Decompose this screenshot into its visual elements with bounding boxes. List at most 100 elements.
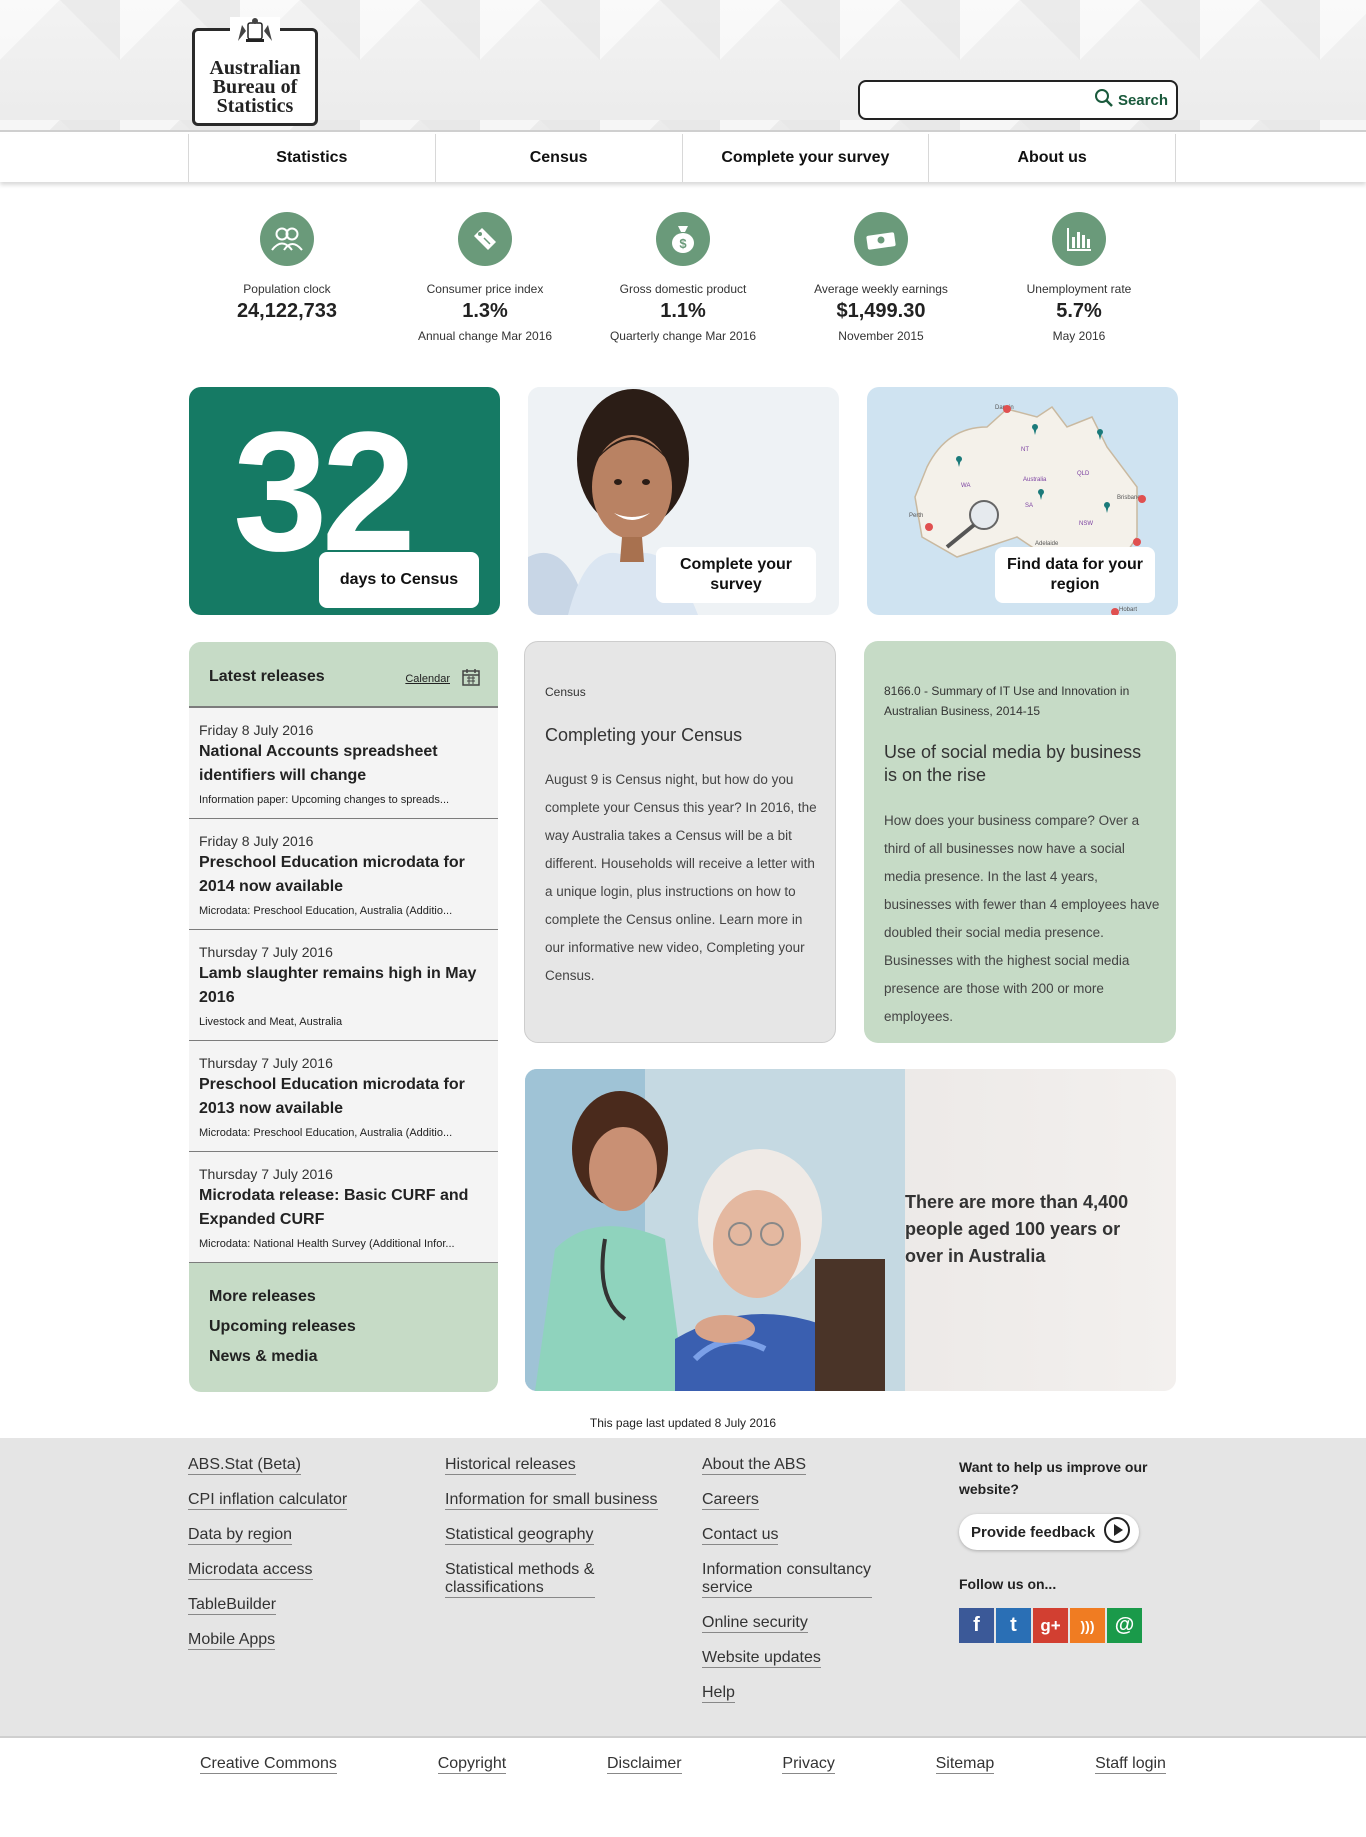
release-date: Thursday 7 July 2016 [199,1166,333,1182]
nav-about-us[interactable]: About us [929,134,1176,182]
story-title[interactable]: Completing your Census [545,724,815,747]
story-body: August 9 is Census night, but how do you… [545,772,817,983]
search-input[interactable] [870,90,1090,110]
footer-link[interactable]: Online security [702,1614,808,1633]
footer-link[interactable]: Help [702,1684,735,1703]
map-label: NSW [1079,521,1093,527]
release-headline[interactable]: Preschool Education microdata for 2014 n… [199,851,488,899]
release-headline[interactable]: National Accounts spreadsheet identifier… [199,740,488,788]
map-label: WA [961,483,970,489]
story-title[interactable]: Use of social media by business is on th… [884,741,1154,787]
centenarians-tile[interactable]: There are more than 4,400 people aged 10… [525,1069,1176,1391]
search-button[interactable]: Search [1094,88,1168,112]
release-subtitle: Microdata: Preschool Education, Australi… [199,1127,453,1139]
map-label: Perth [909,513,923,519]
page: Australian Bureau of Statistics Search S… [0,0,1366,1837]
story-kicker: 8166.0 - Summary of IT Use and Innovatio… [884,684,1130,718]
release-item[interactable]: Thursday 7 July 2016 Preschool Education… [189,1041,498,1152]
main-nav: Statistics Census Complete your survey A… [0,134,1366,182]
site-footer: ABS.Stat (Beta) CPI inflation calculator… [0,1438,1366,1738]
footer-link[interactable]: Statistical geography [445,1526,594,1545]
footer-link[interactable]: Mobile Apps [188,1631,276,1650]
abs-logo[interactable]: Australian Bureau of Statistics [192,17,318,126]
nav-complete-survey[interactable]: Complete your survey [683,134,930,182]
nav-census[interactable]: Census [436,134,683,182]
footer-link[interactable]: Information for small business [445,1491,658,1510]
provide-feedback-label: Provide feedback [971,1523,1096,1541]
footer-link[interactable]: ABS.Stat (Beta) [188,1456,301,1475]
staff-login-link[interactable]: Staff login [1095,1755,1166,1774]
news-media-link[interactable]: News & media [209,1342,356,1372]
map-label: SA [1025,503,1033,509]
release-item[interactable]: Friday 8 July 2016 Preschool Education m… [189,819,498,930]
email-icon[interactable]: @ [1107,1608,1142,1643]
stat-sub: Quarterly change Mar 2016 [609,329,757,343]
find-data-region-tile[interactable]: Darwin NT WA Australia QLD SA NSW Perth … [867,387,1178,615]
sitemap-link[interactable]: Sitemap [935,1755,995,1774]
footer-feedback: Want to help us improve our website? Pro… [959,1456,1189,1643]
map-label: NT [1021,447,1029,453]
stat-label: Unemployment rate [1026,282,1132,296]
footer-link[interactable]: Statistical methods & classifications [445,1561,595,1598]
people-icon [260,212,314,266]
calendar-label: Calendar [405,672,450,685]
search-icon [1094,88,1114,112]
footer-link[interactable]: Historical releases [445,1456,576,1475]
twitter-icon[interactable]: t [996,1608,1031,1643]
release-date: Thursday 7 July 2016 [199,1055,333,1071]
map-label: QLD [1077,471,1090,477]
price-tag-icon [458,212,512,266]
social-media-story-card[interactable]: 8166.0 - Summary of IT Use and Innovatio… [864,641,1176,1043]
copyright-link[interactable]: Copyright [437,1755,507,1774]
release-subtitle: Microdata: Preschool Education, Australi… [199,905,453,917]
calendar-link[interactable]: Calendar [405,668,480,689]
nurse-and-elderly-woman-photo [525,1069,905,1391]
creative-commons-link[interactable]: Creative Commons [200,1755,337,1774]
release-item[interactable]: Friday 8 July 2016 National Accounts spr… [189,708,498,819]
footer-link[interactable]: About the ABS [702,1456,807,1475]
stat-label: Gross domestic product [619,282,747,296]
logo-line: Statistics [216,95,294,117]
stat-population[interactable]: Population clock 24,122,733 [188,212,386,352]
release-headline[interactable]: Lamb slaughter remains high in May 2016 [199,962,488,1010]
release-item[interactable]: Thursday 7 July 2016 Lamb slaughter rema… [189,930,498,1041]
stat-unemployment[interactable]: Unemployment rate 5.7% May 2016 [980,212,1178,352]
google-plus-icon[interactable]: g+ [1033,1608,1068,1643]
search-box: Search [858,80,1178,120]
latest-releases-panel: Latest releases Calendar Friday 8 July 2… [189,642,498,1392]
footer-link[interactable]: Information consultancy service [702,1561,872,1598]
release-item[interactable]: Thursday 7 July 2016 Microdata release: … [189,1152,498,1263]
footer-link[interactable]: TableBuilder [188,1596,277,1615]
story-kicker: Census [545,685,586,699]
footer-link[interactable]: Microdata access [188,1561,313,1580]
stat-earnings[interactable]: Average weekly earnings $1,499.30 Novemb… [782,212,980,352]
feedback-question: Want to help us improve our website? [959,1459,1148,1497]
provide-feedback-button[interactable]: Provide feedback [959,1514,1139,1550]
search-button-label: Search [1117,91,1168,109]
stat-gdp[interactable]: $ Gross domestic product 1.1% Quarterly … [584,212,782,352]
facebook-icon[interactable]: f [959,1608,994,1643]
legal-links: Creative Commons Copyright Disclaimer Pr… [188,1755,1178,1774]
release-date: Friday 8 July 2016 [199,833,314,849]
footer-link[interactable]: Data by region [188,1526,293,1545]
footer-link[interactable]: Website updates [702,1649,821,1668]
privacy-link[interactable]: Privacy [782,1755,835,1774]
complete-survey-tile[interactable]: Complete your survey [528,387,839,615]
more-releases-link[interactable]: More releases [209,1282,356,1312]
upcoming-releases-link[interactable]: Upcoming releases [209,1312,356,1342]
release-date: Friday 8 July 2016 [199,722,314,738]
disclaimer-link[interactable]: Disclaimer [606,1755,682,1774]
stat-cpi[interactable]: Consumer price index 1.3% Annual change … [386,212,584,352]
bar-chart-icon [1052,212,1106,266]
footer-link[interactable]: Contact us [702,1526,779,1545]
stat-sub: May 2016 [1052,329,1106,343]
census-countdown-tile[interactable]: 32 days to Census [189,387,500,615]
latest-releases-title: Latest releases [209,668,325,685]
census-story-card[interactable]: Census Completing your Census August 9 i… [524,641,836,1043]
release-headline[interactable]: Microdata release: Basic CURF and Expand… [199,1184,488,1232]
footer-link[interactable]: CPI inflation calculator [188,1491,348,1510]
nav-statistics[interactable]: Statistics [189,134,436,182]
rss-icon[interactable]: ))) [1070,1608,1105,1643]
release-headline[interactable]: Preschool Education microdata for 2013 n… [199,1073,488,1121]
footer-link[interactable]: Careers [702,1491,759,1510]
